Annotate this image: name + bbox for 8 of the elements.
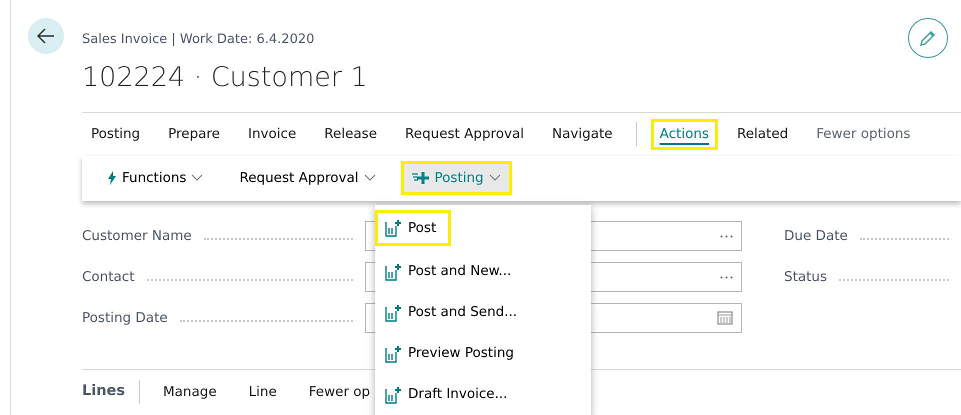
section-title: Lines bbox=[82, 382, 125, 402]
field-label: Due Date bbox=[784, 227, 848, 246]
field-label: Posting Date bbox=[82, 309, 168, 328]
page-caption: Sales Invoice | Work Date: 6.4.2020 bbox=[82, 31, 314, 49]
field-label: Status bbox=[784, 268, 828, 288]
page-title: 102224 · Customer 1 bbox=[82, 62, 369, 94]
field-label: Contact bbox=[82, 268, 135, 288]
field-label: Customer Name bbox=[82, 227, 192, 246]
